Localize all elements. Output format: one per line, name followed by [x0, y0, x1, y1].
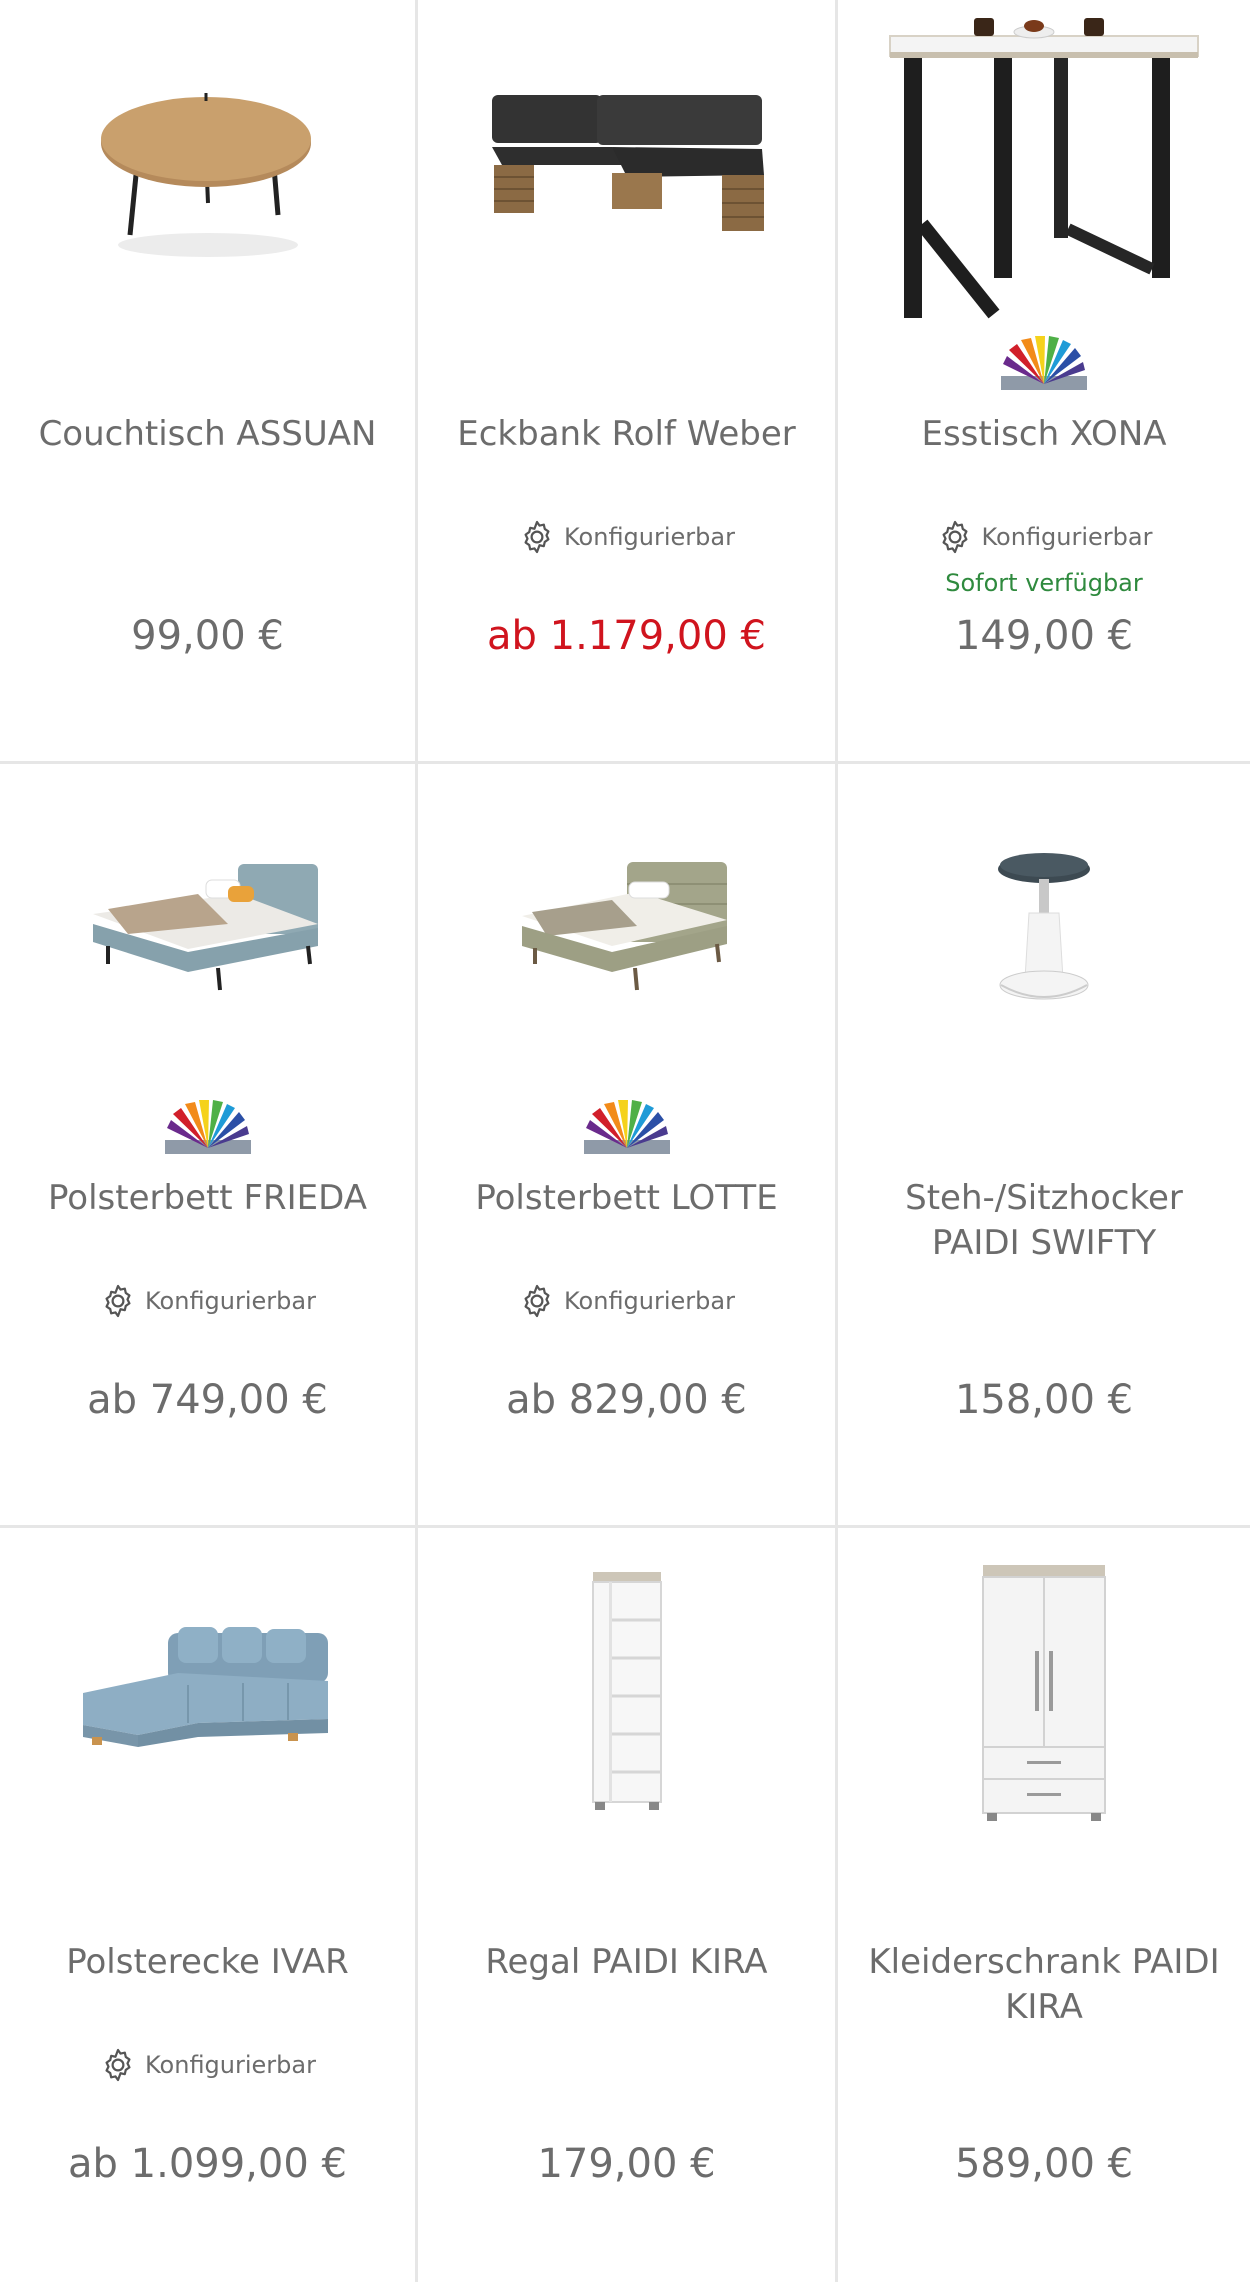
product-image[interactable] [0, 764, 415, 1094]
product-price: 158,00 € [954, 1377, 1134, 1423]
color-palette-icon [163, 1100, 253, 1162]
product-name[interactable]: Polsterecke IVAR [20, 1940, 395, 1985]
color-palette-icon [582, 1100, 672, 1162]
product-card[interactable]: Steh-/Sitzhocker PAIDI SWIFTY 158,00 € [838, 764, 1250, 1528]
configurable-label: Konfigurierbar [564, 1287, 735, 1315]
product-price: 149,00 € [954, 613, 1134, 659]
product-card[interactable]: Regal PAIDI KIRA 179,00 € [418, 1528, 838, 2282]
product-image[interactable] [418, 1528, 835, 1858]
product-image[interactable] [0, 1528, 415, 1858]
product-image[interactable] [0, 0, 415, 330]
availability-status: Sofort verfügbar [945, 569, 1143, 597]
gear-icon [524, 520, 550, 554]
product-image[interactable] [838, 1528, 1250, 1858]
shelf-icon [591, 1572, 662, 1810]
product-price: 99,00 € [131, 613, 284, 659]
wardrobe-icon [982, 1565, 1106, 1821]
configurable-label: Konfigurierbar [145, 2051, 316, 2079]
bed-icon [92, 864, 318, 991]
product-name[interactable]: Esstisch XONA [858, 412, 1230, 457]
configurable-label: Konfigurierbar [981, 523, 1153, 551]
product-card[interactable]: Esstisch XONA Konfigurierbar Sofort verf… [838, 0, 1250, 764]
product-image[interactable] [838, 764, 1250, 1094]
configurable-badge: Konfigurierbar [0, 2046, 415, 2084]
product-grid: Couchtisch ASSUAN 99,00 € Eckbank Rolf W… [0, 0, 1250, 2282]
product-card[interactable]: Kleiderschrank PAIDI KIRA 589,00 € [838, 1528, 1250, 2282]
product-price: ab 749,00 € [87, 1377, 328, 1423]
configurable-badge: Konfigurierbar [0, 1282, 415, 1320]
dining-table-icon [889, 18, 1199, 319]
color-palette-icon [999, 336, 1089, 398]
gear-icon [941, 520, 968, 554]
product-image[interactable] [418, 0, 835, 330]
product-price: 589,00 € [954, 2141, 1134, 2187]
product-price: ab 1.099,00 € [68, 2141, 347, 2187]
product-name[interactable]: Couchtisch ASSUAN [20, 412, 395, 457]
product-card[interactable]: Polsterbett FRIEDA Konfigurierbar ab 749… [0, 764, 418, 1528]
configurable-badge: Konfigurierbar [418, 1282, 835, 1320]
configurable-badge: Konfigurierbar [838, 518, 1250, 556]
gear-icon [524, 1284, 550, 1318]
bed-icon [521, 862, 727, 991]
coffee-table-icon [100, 93, 311, 257]
product-name[interactable]: Regal PAIDI KIRA [438, 1940, 815, 1985]
product-price: 179,00 € [537, 2141, 716, 2187]
product-name[interactable]: Steh-/Sitzhocker PAIDI SWIFTY [858, 1176, 1230, 1266]
product-name[interactable]: Polsterbett FRIEDA [20, 1176, 395, 1221]
product-card[interactable]: Eckbank Rolf Weber Konfigurierbar ab 1.1… [418, 0, 838, 764]
gear-icon [105, 2048, 131, 2082]
configurable-label: Konfigurierbar [145, 1287, 316, 1315]
product-name[interactable]: Polsterbett LOTTE [438, 1176, 815, 1221]
configurable-label: Konfigurierbar [564, 523, 735, 551]
product-name[interactable]: Kleiderschrank PAIDI KIRA [858, 1940, 1230, 2030]
corner-bench-icon [491, 95, 764, 231]
product-name[interactable]: Eckbank Rolf Weber [438, 412, 815, 457]
product-card[interactable]: Couchtisch ASSUAN 99,00 € [0, 0, 418, 764]
product-image[interactable] [838, 0, 1250, 330]
configurable-badge: Konfigurierbar [418, 518, 835, 556]
product-image[interactable] [418, 764, 835, 1094]
product-price: ab 1.179,00 € [487, 613, 766, 659]
sofa-icon [82, 1627, 328, 1747]
stool-icon [998, 853, 1090, 1000]
product-price: ab 829,00 € [506, 1377, 747, 1423]
product-card[interactable]: Polsterbett LOTTE Konfigurierbar ab 829,… [418, 764, 838, 1528]
product-card[interactable]: Polsterecke IVAR Konfigurierbar ab 1.099… [0, 1528, 418, 2282]
gear-icon [105, 1284, 131, 1318]
